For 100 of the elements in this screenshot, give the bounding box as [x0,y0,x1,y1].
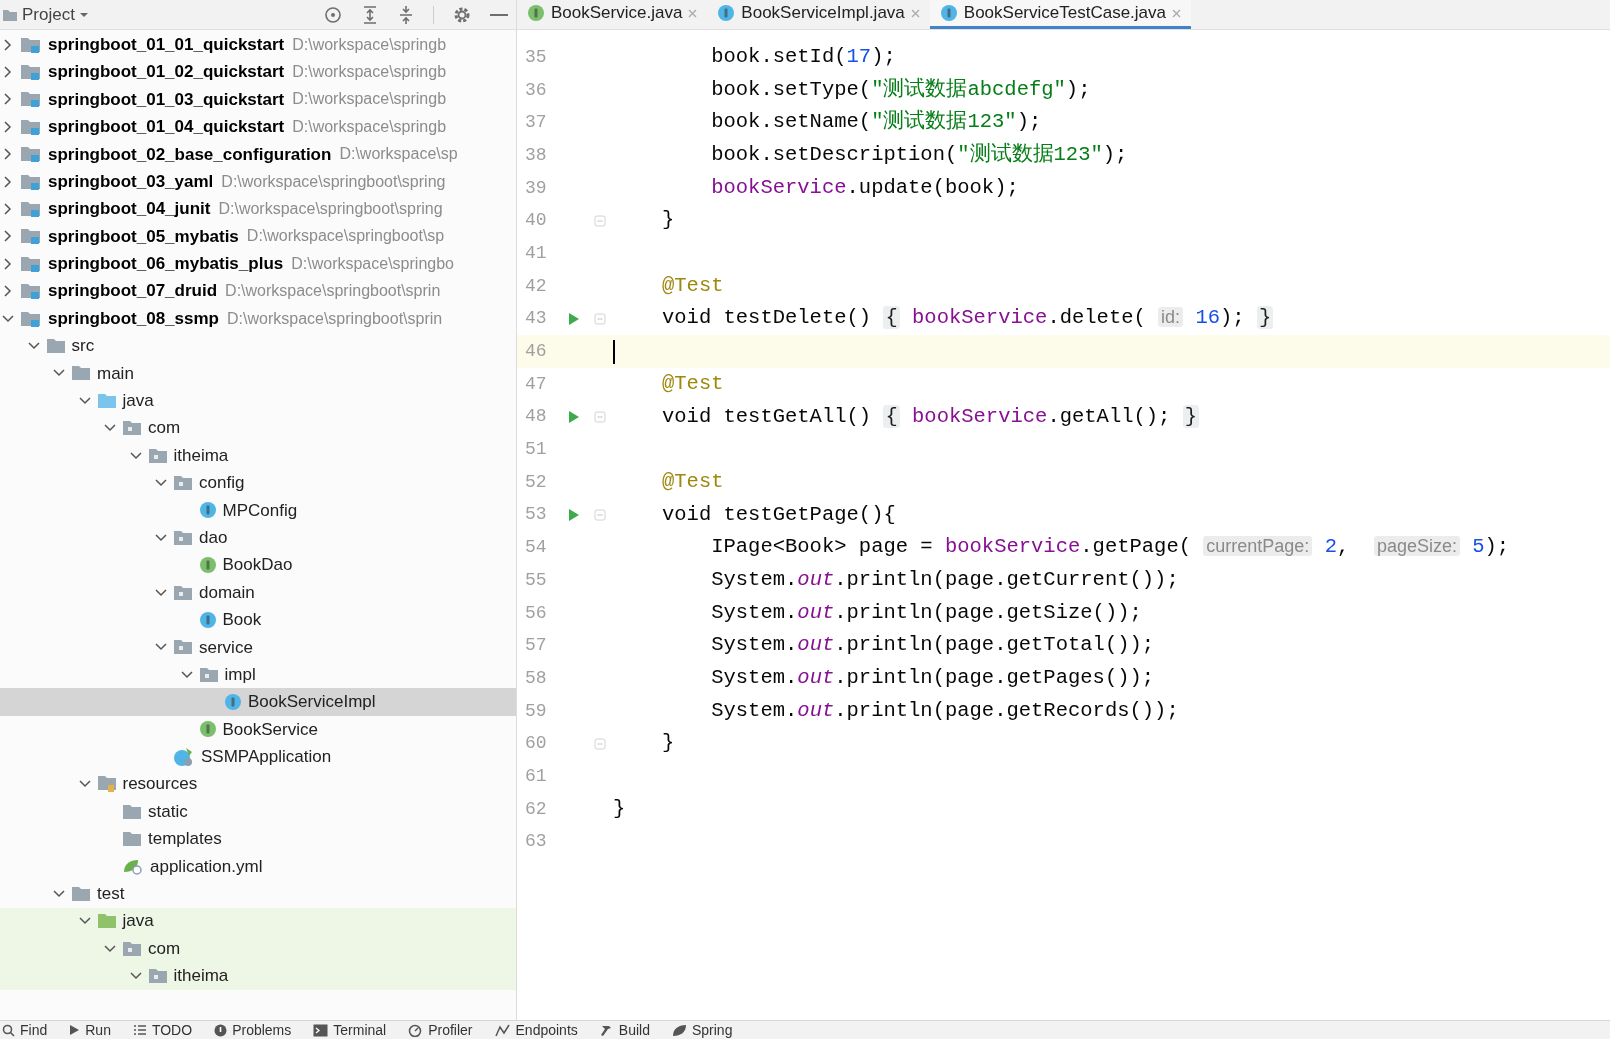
chevron-down-icon[interactable] [78,396,91,405]
run-icon[interactable] [568,409,580,424]
tree-row[interactable]: MPConfig [0,496,516,525]
tree-row[interactable]: itheima [0,962,516,990]
tool-window-button[interactable]: Build [599,1021,650,1039]
tree-row[interactable]: springboot_01_02_quickstart D:\workspace\springb [0,58,516,86]
chevron-right-icon[interactable] [4,175,12,188]
editor-tab[interactable]: BookServiceTestCase.java [929,0,1192,29]
tree-row[interactable]: src [0,332,516,360]
collapse-all-icon[interactable] [397,4,415,25]
project-dropdown[interactable]: Project [0,1,89,28]
tree-label: springboot_03_yaml [48,170,214,193]
tree-row[interactable]: test [0,880,516,908]
tree-row[interactable]: application.yml [0,852,516,881]
chevron-down-icon[interactable] [53,889,65,898]
tree-row[interactable]: com [0,414,516,442]
tree-row[interactable]: BookDao [0,551,516,579]
tree-row[interactable]: java [0,907,516,935]
run-icon[interactable] [568,311,580,326]
tree-row[interactable]: springboot_03_yaml D:\workspace\springboot\spring [0,167,516,196]
tree-label: com [148,417,181,440]
tree-row[interactable]: springboot_04_junit D:\workspace\springboot\spring [0,195,516,223]
chevron-down-icon[interactable] [104,944,116,953]
tree-row[interactable]: Book [0,606,516,634]
tool-window-button[interactable]: Spring [671,1021,733,1039]
tree-row[interactable]: java [0,387,516,415]
editor-tab[interactable]: BookService.java [517,0,708,29]
tree-row[interactable]: springboot_07_druid D:\workspace\springboot\sprin [0,277,516,305]
tree-row[interactable]: static [0,797,516,826]
tree-row[interactable]: service [0,633,516,661]
chevron-right-icon[interactable] [4,120,12,133]
target-icon[interactable] [323,4,343,25]
tree-row[interactable]: domain [0,578,516,607]
chevron-down-icon[interactable] [129,971,142,980]
tree-row[interactable]: dao [0,524,516,552]
tree-row[interactable]: BookServiceImpl [0,688,516,716]
tree-row[interactable]: springboot_05_mybatis D:\workspace\springboot\sp [0,222,516,251]
module-folder-icon [20,172,42,191]
tree-row[interactable]: config [0,469,516,497]
chevron-down-icon[interactable] [2,314,14,323]
chevron-down-icon[interactable] [78,780,91,789]
chevron-right-icon[interactable] [4,285,12,298]
tree-label: springboot_08_ssmp [48,307,219,330]
package-icon [173,639,193,656]
tab-label: BookService.java [551,2,683,25]
tree-label: itheima [173,444,229,467]
tool-window-button[interactable]: Run [69,1021,111,1039]
tool-window-button[interactable]: Problems [214,1021,292,1039]
tool-window-button[interactable]: Find [2,1021,48,1039]
package-icon [173,584,193,601]
tree-row[interactable]: main [0,359,516,388]
tool-window-button[interactable]: Profiler [408,1021,473,1039]
chevron-right-icon[interactable] [4,230,12,243]
chevron-right-icon[interactable] [4,257,12,270]
expand-all-icon[interactable] [361,4,379,25]
tool-window-button[interactable]: TODO [132,1021,193,1039]
tree-row[interactable]: templates [0,825,516,853]
tree-row[interactable]: springboot_08_ssmp D:\workspace\springboot\sprin [0,304,516,333]
module-folder-icon [20,35,42,54]
tree-label: springboot_02_base_configuration [48,143,332,166]
chevron-right-icon[interactable] [4,38,12,51]
module-path: D:\workspace\springb [292,34,447,55]
module-path: D:\workspace\springbo [291,253,454,274]
chevron-down-icon[interactable] [155,588,167,597]
tool-window-button[interactable]: Terminal [313,1021,387,1039]
chevron-down-icon[interactable] [53,369,65,378]
tree-row[interactable]: BookService [0,715,516,744]
chevron-right-icon[interactable] [4,203,12,216]
editor-tab[interactable]: BookServiceImpl.java [707,0,930,29]
tree-label: springboot_07_druid [48,280,218,303]
chevron-down-icon[interactable] [155,478,167,487]
terminal-icon [313,1023,329,1037]
chevron-right-icon[interactable] [4,66,12,79]
tree-row[interactable]: impl [0,661,516,689]
tree-row[interactable]: springboot_01_03_quickstart D:\workspace\springb [0,85,516,114]
chevron-down-icon[interactable] [155,643,167,652]
tree-row[interactable]: itheima [0,441,516,470]
tree-label: springboot_01_01_quickstart [48,33,285,56]
tree-row[interactable]: resources [0,770,516,798]
tree-row[interactable]: SSMPApplication [0,743,516,771]
tree-row[interactable]: springboot_06_mybatis_plus D:\workspace\springbo [0,250,516,278]
chevron-down-icon[interactable] [155,533,167,542]
chevron-right-icon[interactable] [4,148,12,161]
tree-row[interactable]: springboot_01_04_quickstart D:\workspace\springb [0,113,516,141]
chevron-down-icon[interactable] [27,342,40,350]
tree-label: springboot_04_junit [48,198,211,221]
chevron-down-icon[interactable] [104,424,116,433]
resources-folder-icon [96,775,117,794]
code-line: book.setName("测试数据123"); [710,108,1042,136]
chevron-down-icon[interactable] [180,670,193,679]
run-icon[interactable] [568,507,580,522]
chevron-down-icon[interactable] [78,917,91,926]
code-line: book.setDescription("测试数据123"); [710,141,1128,169]
tree-row[interactable]: springboot_01_01_quickstart D:\workspace\springb [0,31,516,59]
chevron-right-icon[interactable] [4,93,12,106]
chevron-down-icon[interactable] [129,451,142,460]
tree-row[interactable]: com [0,934,516,963]
package-icon [122,940,142,957]
tool-window-button[interactable]: Endpoints [494,1021,578,1039]
tree-row[interactable]: springboot_02_base_configuration D:\workspace\sp [0,140,516,168]
